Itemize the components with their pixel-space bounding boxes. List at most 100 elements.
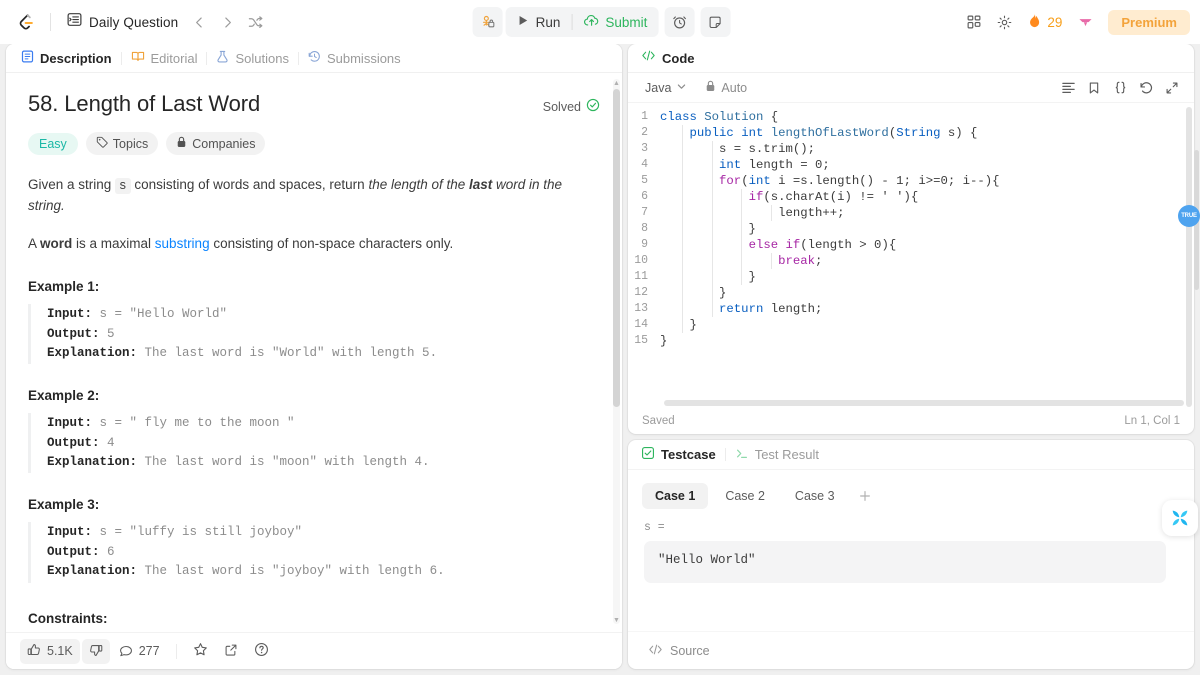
save-status: Saved (642, 415, 675, 427)
help-button[interactable] (247, 638, 276, 664)
code-panel: Code Java Auto 1 class Solution {2 publ… (628, 44, 1194, 434)
description-scrollbar[interactable]: ▲ ▼ (613, 79, 620, 624)
tab-submissions-label: Submissions (326, 50, 401, 66)
indent-guide (711, 237, 713, 253)
code-line-number: 13 (634, 302, 648, 315)
tab-submissions[interactable]: Submissions (299, 44, 410, 73)
navbar-center-actions: Run Submit (470, 7, 731, 37)
user-avatar-icon[interactable] (1072, 9, 1098, 35)
example-input-label: Input: (47, 416, 93, 431)
topics-badge[interactable]: Topics (85, 132, 159, 155)
share-button[interactable] (217, 639, 245, 664)
desc-text: A (28, 236, 41, 252)
code-panel-title: Code (662, 50, 695, 66)
problem-title-row: 58. Length of Last Word Solved (28, 91, 600, 117)
code-line-number: 3 (641, 142, 648, 155)
tab-editorial[interactable]: Editorial (122, 44, 207, 73)
desc-text: consisting of non-space characters only. (209, 236, 454, 252)
source-button[interactable]: Source (642, 639, 716, 663)
indent-guide (711, 157, 713, 173)
scroll-down-arrow[interactable]: ▼ (613, 616, 620, 624)
like-button[interactable]: 5.1K (20, 638, 80, 664)
example-output-label: Output: (47, 435, 100, 450)
streak-counter[interactable]: 29 (1021, 9, 1068, 36)
description-tabbar: Description Editorial Solutions Submissi… (6, 44, 622, 73)
bookmark-icon[interactable] (1082, 76, 1106, 100)
difficulty-badge[interactable]: Easy (28, 132, 78, 155)
language-selector[interactable]: Java (638, 78, 694, 98)
indent-guide (711, 253, 713, 269)
tab-description[interactable]: Description (18, 44, 121, 73)
tab-testcase[interactable]: Testcase (641, 440, 725, 470)
expand-icon[interactable] (1160, 76, 1184, 100)
grid-apps-icon[interactable] (961, 9, 987, 35)
code-editor[interactable]: 1 class Solution {2 public int lengthOfLa… (628, 103, 1194, 408)
format-lines-icon[interactable] (1056, 76, 1080, 100)
tab-test-result[interactable]: Test Result (726, 440, 828, 470)
leetcode-logo-icon[interactable] (10, 7, 40, 37)
example-explanation-value: The last word is "joyboy" with length 6. (137, 564, 445, 579)
gear-icon[interactable] (991, 9, 1017, 35)
indent-guide (682, 285, 684, 301)
premium-button[interactable]: Premium (1108, 9, 1190, 35)
cursor-position: Ln 1, Col 1 (1124, 415, 1180, 427)
code-line-text: } (660, 317, 697, 333)
shuffle-icon[interactable] (242, 9, 268, 35)
code-line-number: 7 (641, 206, 648, 219)
example-output-label: Output: (47, 326, 100, 341)
code-lines: 1 class Solution {2 public int lengthOfLa… (628, 109, 1194, 349)
testcase-input-field[interactable]: "Hello World" (644, 541, 1166, 583)
cloud-upload-icon (583, 13, 599, 32)
question-circle-icon (254, 642, 269, 660)
example-input-value: s = "luffy is still joyboy" (92, 525, 303, 540)
case-3-chip[interactable]: Case 3 (782, 483, 848, 509)
scrollbar-thumb[interactable] (613, 89, 620, 407)
code-line: 1 class Solution { (628, 109, 1194, 125)
prev-question-button[interactable] (186, 9, 212, 35)
testcase-footer: Source (628, 631, 1194, 669)
case-2-chip[interactable]: Case 2 (712, 483, 778, 509)
description-footer: 5.1K 277 (6, 632, 622, 669)
code-line-text: s = s.trim(); (660, 141, 815, 157)
example-2-heading: Example 2: (28, 388, 100, 404)
chevron-down-icon (676, 81, 687, 95)
companies-badge-label: Companies (192, 136, 256, 151)
daily-question-button[interactable]: Daily Question (61, 8, 184, 36)
description-panel: Description Editorial Solutions Submissi… (6, 44, 622, 669)
submit-button[interactable]: Submit (572, 7, 658, 37)
plus-icon[interactable] (852, 483, 878, 509)
run-button[interactable]: Run (506, 7, 572, 37)
code-line: 15} (628, 333, 1194, 349)
butterfly-x-icon[interactable] (1162, 500, 1198, 536)
example-2-block: Input: s = " fly me to the moon " Output… (28, 413, 600, 474)
debug-lock-icon[interactable] (472, 7, 503, 37)
next-question-button[interactable] (214, 9, 240, 35)
scroll-up-arrow[interactable]: ▲ (613, 79, 620, 87)
tab-solutions[interactable]: Solutions (207, 44, 297, 73)
undo-icon[interactable] (1134, 76, 1158, 100)
auto-label: Auto (721, 80, 748, 95)
example-explanation-value: The last word is "moon" with length 4. (137, 455, 430, 470)
workspace: Description Editorial Solutions Submissi… (0, 44, 1200, 675)
page-title: 58. Length of Last Word (28, 91, 261, 116)
indent-guide (682, 253, 684, 269)
editor-vertical-scrollbar[interactable] (1186, 107, 1192, 407)
right-column: Code Java Auto 1 class Solution {2 publ… (628, 44, 1200, 669)
curly-braces-icon[interactable] (1108, 76, 1132, 100)
trust-badge[interactable]: TRUE (1178, 205, 1200, 227)
timer-icon[interactable] (664, 7, 695, 37)
comments-button[interactable]: 277 (112, 639, 167, 664)
footer-separator (175, 643, 177, 659)
indent-guide (711, 141, 713, 157)
case-1-chip[interactable]: Case 1 (642, 483, 709, 509)
favorite-button[interactable] (186, 638, 215, 664)
editor-horizontal-scrollbar[interactable] (664, 400, 1184, 406)
dislike-button[interactable] (81, 638, 110, 664)
note-icon[interactable] (700, 7, 731, 37)
code-panel-header: Code (628, 44, 1194, 73)
auto-save-indicator[interactable]: Auto (698, 77, 754, 98)
substring-link[interactable]: substring (155, 236, 210, 251)
solved-label: Solved (542, 99, 581, 114)
code-line-text: public int lengthOfLastWord(String s) { (660, 125, 977, 141)
companies-badge[interactable]: Companies (166, 132, 266, 155)
